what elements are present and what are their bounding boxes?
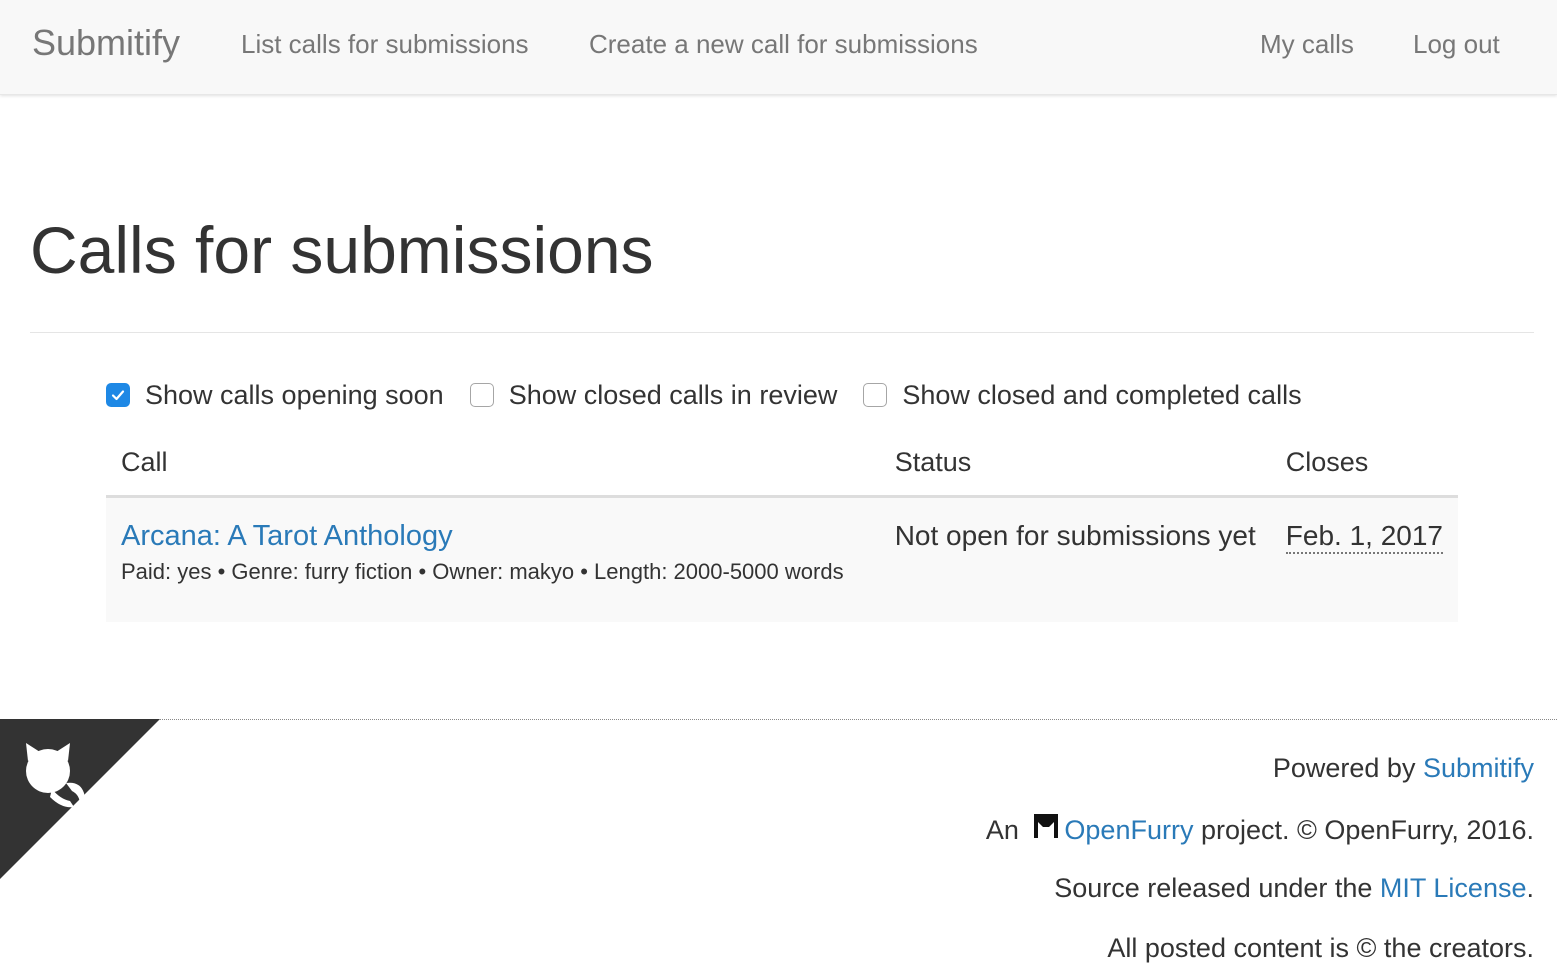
powered-by-text: Powered by	[1272, 753, 1423, 783]
column-header-status: Status	[879, 430, 1271, 498]
call-cell: Arcana: A Tarot Anthology Paid: yes • Ge…	[106, 496, 880, 622]
call-status: Not open for submissions yet	[894, 519, 1256, 551]
calls-table: Call Status Closes Arcana: A Tarot Antho…	[106, 430, 1458, 622]
column-header-call: Call	[106, 430, 880, 498]
title-divider	[30, 332, 1534, 333]
footer-powered-by: Powered by Submitify	[1273, 753, 1534, 784]
opening-soon-label: Show calls opening soon	[145, 379, 444, 410]
closes-cell: Feb. 1, 2017	[1270, 496, 1458, 622]
filter-closed-in-review[interactable]: Show closed calls in review	[469, 379, 838, 411]
column-header-closes: Closes	[1270, 430, 1458, 498]
filter-opening-soon[interactable]: Show calls opening soon	[106, 380, 444, 411]
openfurry-link[interactable]: OpenFurry	[1064, 815, 1193, 845]
project-prefix-text: An	[985, 815, 1027, 845]
footer-content-notice: All posted content is © the creators.	[1107, 933, 1534, 963]
table-header-row: Call Status Closes	[106, 430, 1458, 498]
call-title-link[interactable]: Arcana: A Tarot Anthology	[121, 520, 453, 553]
closed-completed-checkbox[interactable]	[863, 383, 888, 407]
closed-in-review-label: Show closed calls in review	[508, 379, 838, 410]
call-closes-date[interactable]: Feb. 1, 2017	[1285, 520, 1443, 554]
project-suffix-text: project. © OpenFurry, 2016.	[1193, 815, 1534, 845]
nav-create-call[interactable]: Create a new call for submissions	[589, 29, 978, 60]
nav-log-out[interactable]: Log out	[1413, 29, 1500, 60]
closed-in-review-checkbox[interactable]	[469, 383, 494, 407]
footer-license: Source released under the MIT License.	[1054, 873, 1534, 904]
check-icon	[111, 390, 125, 401]
mit-license-link[interactable]: MIT License	[1380, 873, 1527, 903]
github-octocat-icon	[0, 719, 160, 879]
openfurry-logo-icon	[1032, 813, 1060, 848]
submitify-link[interactable]: Submitify	[1423, 753, 1534, 783]
opening-soon-checkbox[interactable]	[106, 383, 130, 407]
top-navbar: Submitify List calls for submissions Cre…	[0, 0, 1557, 95]
license-prefix-text: Source released under the	[1054, 873, 1380, 903]
filter-closed-completed[interactable]: Show closed and completed calls	[863, 379, 1302, 411]
status-cell: Not open for submissions yet	[879, 496, 1271, 622]
closed-completed-label: Show closed and completed calls	[902, 379, 1302, 410]
footer-project: An OpenFurry project. © OpenFurry, 2016.	[986, 813, 1534, 848]
filter-bar: Show calls opening soon Show closed call…	[106, 377, 1328, 413]
table-row: Arcana: A Tarot Anthology Paid: yes • Ge…	[106, 496, 1458, 622]
nav-my-calls[interactable]: My calls	[1260, 29, 1354, 60]
brand-link[interactable]: Submitify	[32, 22, 180, 64]
call-meta: Paid: yes • Genre: furry fiction • Owner…	[121, 558, 844, 584]
license-suffix-text: .	[1526, 873, 1534, 903]
footer-divider	[0, 719, 1557, 720]
github-corner-link[interactable]	[0, 719, 160, 879]
page-title: Calls for submissions	[30, 213, 654, 287]
nav-list-calls[interactable]: List calls for submissions	[241, 29, 529, 60]
